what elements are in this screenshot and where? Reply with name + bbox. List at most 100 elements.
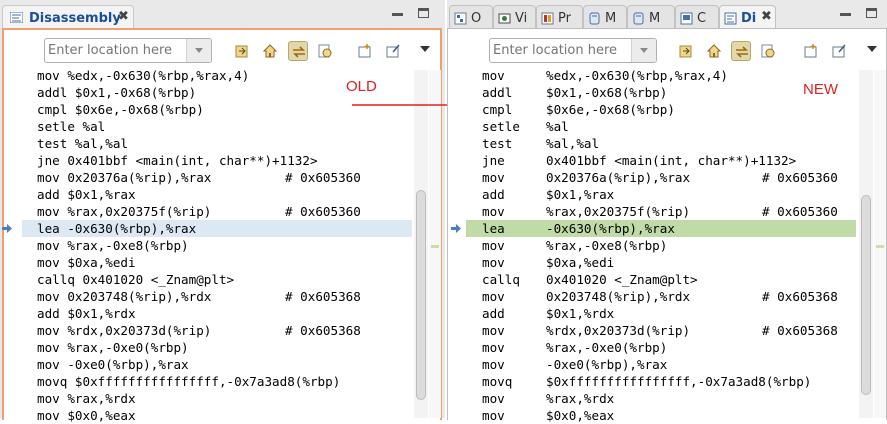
operands: %rax,-0xe8(%rbp) [546, 238, 668, 253]
goto-pc-button[interactable] [676, 41, 696, 61]
close-icon[interactable]: ✖ [761, 9, 772, 24]
opcode: movq [482, 374, 513, 389]
current-instruction-row[interactable]: lea -0x630(%rbp),%rax [466, 220, 856, 237]
maximize-button[interactable] [866, 8, 877, 18]
view-menu-icon[interactable] [420, 46, 430, 52]
opcode: mov [482, 391, 505, 406]
instruction-row[interactable]: mov %rax,%rdx [466, 390, 856, 407]
instruction-row[interactable]: callq 0x401020 <_Znam@plt> [22, 271, 412, 288]
instruction-text: mov $0xa,%edi [37, 255, 136, 270]
opcode: mov [482, 170, 505, 185]
overview-ruler [429, 70, 441, 418]
tab-disassembly[interactable]: Disassembly ✖ [2, 5, 134, 30]
instruction-row[interactable]: jne 0x401bbf <main(int, char**)+1132> [466, 152, 856, 169]
operands: 0x401020 <_Znam@plt> [546, 272, 698, 287]
instruction-text: callq 0x401020 <_Znam@plt> [37, 272, 235, 287]
tab-outline[interactable]: O [449, 5, 493, 30]
chevron-down-icon[interactable] [186, 39, 211, 62]
tab-label: Pr [558, 11, 571, 26]
instruction-row[interactable]: add $0x1,%rax [466, 186, 856, 203]
disassembly-icon [724, 12, 737, 25]
instruction-row[interactable]: mov $0x0,%eax [22, 407, 412, 424]
view-menu-icon[interactable] [867, 46, 877, 52]
problems-icon [541, 12, 554, 25]
location-input[interactable] [493, 41, 618, 60]
instruction-row[interactable]: callq 0x401020 <_Znam@plt> [466, 271, 856, 288]
instruction-row[interactable]: add $0x1,%rdx [466, 305, 856, 322]
tab-console[interactable]: C [675, 5, 719, 30]
instruction-row[interactable]: movq $0xffffffffffffffff,-0x7a3ad8(%rbp) [466, 373, 856, 390]
vertical-scrollbar[interactable] [414, 70, 428, 418]
scrollbar-thumb[interactable] [416, 190, 426, 400]
instruction-row[interactable]: movq $0xffffffffffffffff,-0x7a3ad8(%rbp) [22, 373, 412, 390]
instruction-text: cmpl $0x6e,-0x68(%rbp) [37, 102, 204, 117]
instruction-row[interactable]: mov %rax,0x20375f(%rip) # 0x605360 [22, 203, 412, 220]
instruction-row[interactable]: addl $0x1,-0x68(%rbp) [466, 84, 856, 101]
instruction-row[interactable]: mov %rax,-0xe0(%rbp) [22, 339, 412, 356]
instruction-row[interactable]: add $0x1,%rdx [22, 305, 412, 322]
pin-view-button[interactable] [383, 41, 403, 61]
location-combo[interactable] [489, 38, 657, 63]
minimize-button[interactable] [392, 8, 403, 16]
close-icon[interactable]: ✖ [118, 9, 129, 24]
instruction-pointer-icon [2, 224, 12, 233]
ruler-marker[interactable] [431, 245, 439, 248]
current-instruction-row[interactable]: lea -0x630(%rbp),%rax [22, 220, 412, 237]
open-new-view-button[interactable] [355, 41, 375, 61]
refresh-button[interactable] [315, 41, 335, 61]
location-input[interactable] [48, 41, 173, 60]
link-with-debug-button[interactable] [288, 41, 308, 61]
instruction-row[interactable]: mov $0xa,%edi [466, 254, 856, 271]
outline-icon [454, 12, 467, 25]
instruction-row[interactable]: setle %al [466, 118, 856, 135]
instruction-row[interactable]: mov %rdx,0x20373d(%rip) # 0x605368 [22, 322, 412, 339]
address-comment: # 0x605368 [762, 289, 838, 304]
pin-view-button[interactable] [829, 41, 849, 61]
operands: %rax,%rdx [546, 391, 615, 406]
instruction-text: mov -0xe0(%rbp),%rax [37, 357, 189, 372]
instruction-row[interactable]: add $0x1,%rax [22, 186, 412, 203]
instruction-row[interactable]: test %al,%al [22, 135, 412, 152]
home-button[interactable] [260, 41, 280, 61]
instruction-row[interactable]: test %al,%al [466, 135, 856, 152]
open-new-view-button[interactable] [801, 41, 821, 61]
instruction-row[interactable]: mov 0x203748(%rip),%rdx # 0x605368 [22, 288, 412, 305]
maximize-button[interactable] [418, 8, 429, 18]
refresh-button[interactable] [758, 41, 778, 61]
instruction-row[interactable]: mov %edx,-0x630(%rbp,%rax,4) [466, 67, 856, 84]
instruction-row[interactable]: mov -0xe0(%rbp),%rax [22, 356, 412, 373]
tab-disassembly[interactable]: Di ✖ [719, 5, 776, 30]
instruction-row[interactable]: jne 0x401bbf <main(int, char**)+1132> [22, 152, 412, 169]
instruction-row[interactable]: mov 0x20376a(%rip),%rax # 0x605360 [466, 169, 856, 186]
minimize-button[interactable] [840, 8, 851, 16]
tab-problems[interactable]: Pr [536, 5, 583, 30]
instruction-row[interactable]: mov $0x0,%eax [466, 407, 856, 424]
instruction-row[interactable]: mov -0xe0(%rbp),%rax [466, 356, 856, 373]
instruction-row[interactable]: mov %rax,-0xe8(%rbp) [22, 237, 412, 254]
instruction-row[interactable]: cmpl $0x6e,-0x68(%rbp) [466, 101, 856, 118]
instruction-row[interactable]: setle %al [22, 118, 412, 135]
instruction-row[interactable]: mov $0xa,%edi [22, 254, 412, 271]
instruction-row[interactable]: mov 0x20376a(%rip),%rax # 0x605360 [22, 169, 412, 186]
vertical-scrollbar[interactable] [859, 70, 873, 418]
instruction-text: add $0x1,%rax [37, 187, 136, 202]
home-button[interactable] [704, 41, 724, 61]
chevron-down-icon[interactable] [631, 39, 656, 62]
instruction-row[interactable]: mov %rax,0x20375f(%rip) # 0x605360 [466, 203, 856, 220]
goto-pc-button[interactable] [232, 41, 252, 61]
ruler-marker[interactable] [876, 245, 884, 248]
instruction-row[interactable]: mov 0x203748(%rip),%rdx # 0x605368 [466, 288, 856, 305]
overview-ruler [874, 70, 886, 418]
instruction-row[interactable]: mov %rax,-0xe0(%rbp) [466, 339, 856, 356]
scrollbar-thumb[interactable] [861, 195, 871, 395]
annotation-new: NEW [803, 81, 838, 98]
link-with-debug-button[interactable] [731, 41, 751, 61]
location-combo[interactable] [44, 38, 212, 63]
console-icon [680, 12, 693, 25]
instruction-row[interactable]: mov %rax,-0xe8(%rbp) [466, 237, 856, 254]
instruction-row[interactable]: mov %rax,%rdx [22, 390, 412, 407]
tab-memory[interactable]: M [583, 5, 627, 30]
tab-variables[interactable]: Vi [493, 5, 536, 30]
instruction-row[interactable]: mov %rdx,0x20373d(%rip) # 0x605368 [466, 322, 856, 339]
tab-memory[interactable]: M [627, 5, 675, 30]
